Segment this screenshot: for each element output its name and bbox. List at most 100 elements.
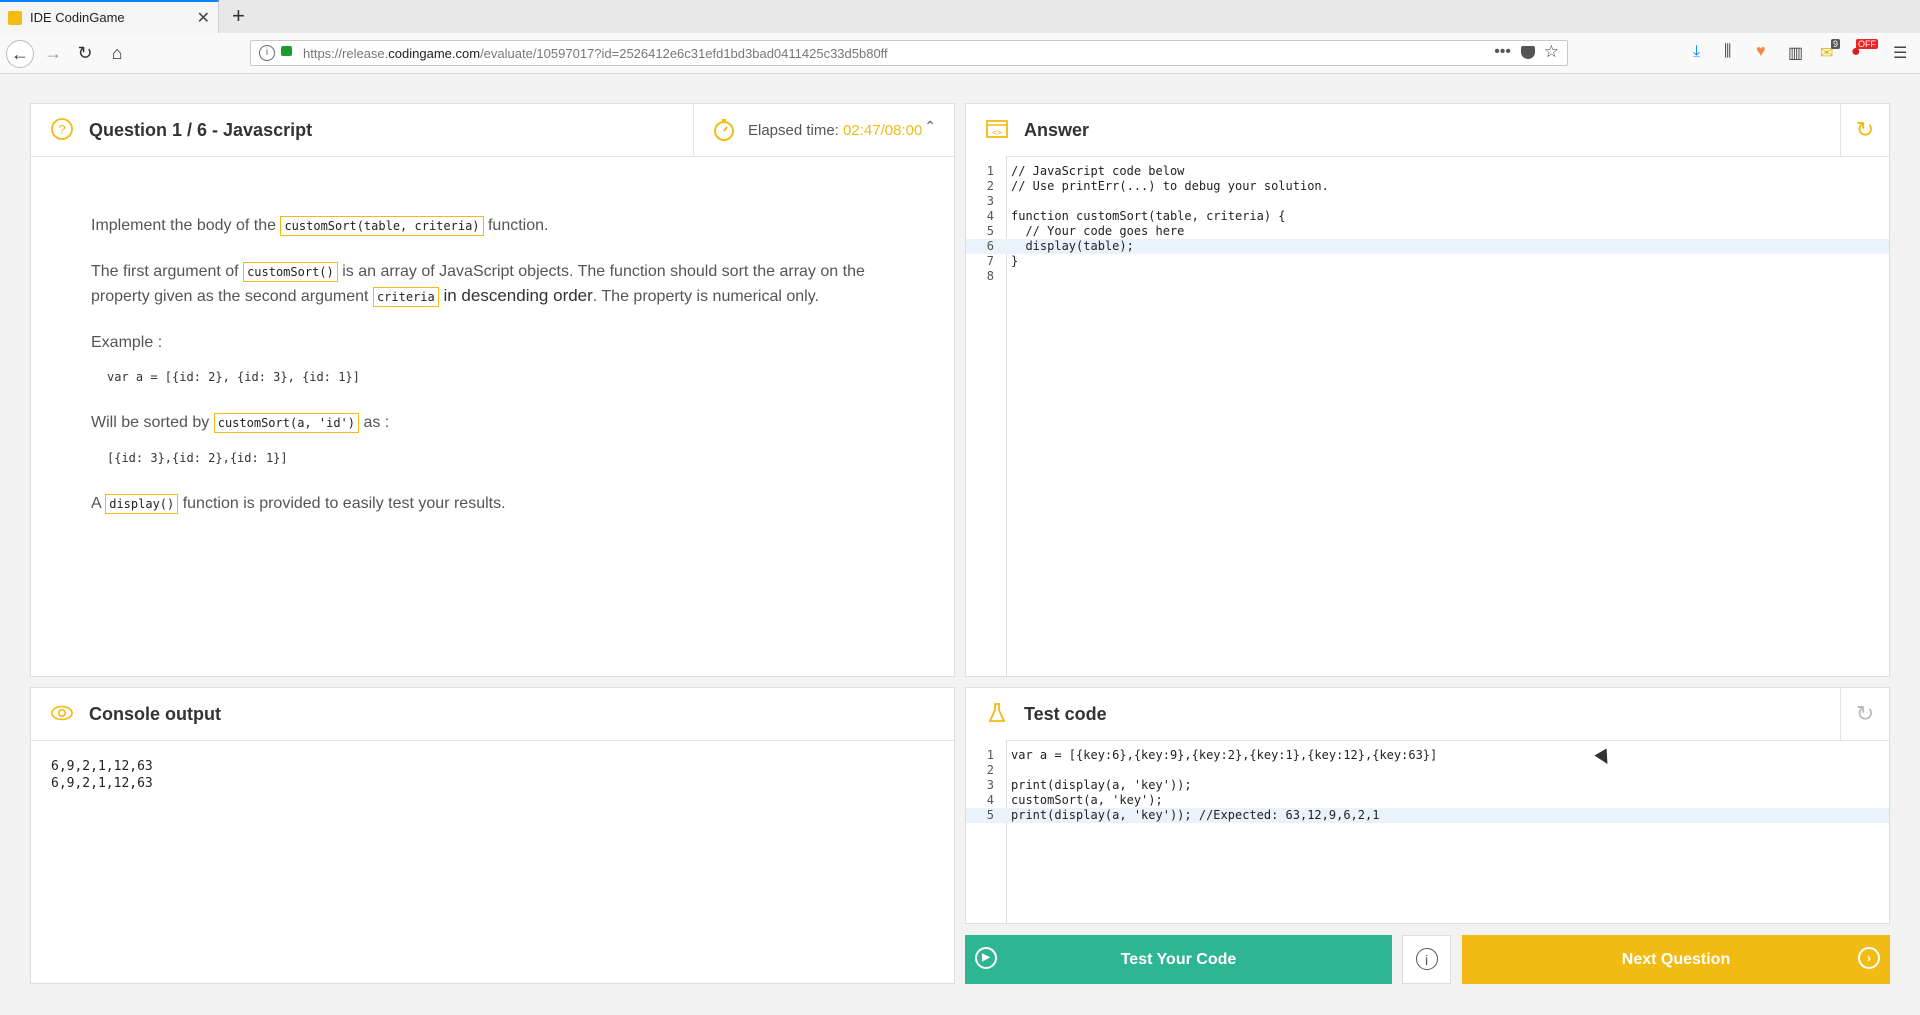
next-question-button[interactable]: Next Question › xyxy=(1462,935,1890,984)
reset-code-icon[interactable]: ↻ xyxy=(1840,104,1889,156)
code-line[interactable]: 3 print(display(a, 'key')); xyxy=(966,778,1889,793)
question-header: ? Question 1 / 6 - Javascript Elapsed ti… xyxy=(31,104,954,157)
line-number: 5 xyxy=(986,224,994,238)
eye-icon xyxy=(51,705,73,721)
line-number: 4 xyxy=(986,793,994,807)
example-code: var a = [{id: 2}, {id: 3}, {id: 1}] xyxy=(107,370,360,384)
question-paragraph: A display() function is provided to easi… xyxy=(91,494,506,514)
answer-header: <> Answer ↻ xyxy=(966,104,1889,157)
console-line: 6,9,2,1,12,63 xyxy=(51,759,153,774)
url-text[interactable]: https://release.codingame.com/evaluate/1… xyxy=(303,46,888,61)
test-your-code-button[interactable]: ▶ Test Your Code xyxy=(965,935,1392,984)
pocket-icon[interactable] xyxy=(1521,46,1535,59)
code-text: customSort(a, 'key'); xyxy=(1011,793,1163,807)
play-icon: ▶ xyxy=(975,947,997,969)
lock-icon xyxy=(281,46,292,56)
tab-close-icon[interactable]: ✕ xyxy=(197,8,210,28)
sorted-result-code: [{id: 3},{id: 2},{id: 1}] xyxy=(107,451,288,465)
forward-button[interactable]: → xyxy=(40,40,66,66)
console-title: Console output xyxy=(89,704,221,724)
line-number: 4 xyxy=(986,209,994,223)
code-line[interactable]: 4 customSort(a, 'key'); xyxy=(966,793,1889,808)
question-paragraph: Implement the body of the customSort(tab… xyxy=(91,216,549,236)
tab-title: IDE CodinGame xyxy=(30,10,125,25)
test-code-header: Test code ↻ xyxy=(966,688,1889,741)
extension-icon[interactable]: ♥ xyxy=(1756,43,1766,61)
question-title: Question 1 / 6 - Javascript xyxy=(89,120,313,140)
library-icon[interactable]: ⫼ xyxy=(1724,43,1731,61)
question-body: Implement the body of the customSort(tab… xyxy=(91,214,891,538)
code-line[interactable]: 3 xyxy=(966,194,1889,209)
page-actions-icon[interactable]: ••• xyxy=(1494,43,1511,61)
line-number: 5 xyxy=(986,808,994,822)
code-line[interactable]: 5 print(display(a, 'key')); //Expected: 6… xyxy=(966,808,1889,823)
elapsed-label: Elapsed time: 02:47/08:00 xyxy=(748,122,923,139)
code-text: // Use printErr(...) to debug your solut… xyxy=(1011,179,1329,193)
code-line[interactable]: 8 xyxy=(966,269,1889,284)
reload-icon[interactable]: ↻ xyxy=(72,40,98,66)
line-number: 3 xyxy=(986,194,994,208)
elapsed-time[interactable]: Elapsed time: 02:47/08:00 ⌃ xyxy=(693,104,954,156)
line-number: 6 xyxy=(986,239,994,253)
line-number: 2 xyxy=(986,763,994,777)
console-header: Console output xyxy=(31,688,954,741)
code-icon: <> xyxy=(986,120,1008,138)
extension-off-badge: OFF xyxy=(1856,39,1878,49)
example-label: Example : xyxy=(91,334,163,351)
address-bar[interactable]: i https://release.codingame.com/evaluate… xyxy=(250,40,1568,66)
menu-icon[interactable]: ☰ xyxy=(1893,43,1907,63)
answer-title: Answer xyxy=(1024,120,1090,140)
code-text: display(table); xyxy=(1011,239,1134,253)
code-text: // JavaScript code below xyxy=(1011,164,1185,178)
question-icon: ? xyxy=(51,118,73,140)
answer-code-editor[interactable]: 1 // JavaScript code below 2 // Use printEr… xyxy=(966,164,1889,284)
flask-icon xyxy=(988,703,1006,722)
code-text: function customSort(table, criteria) { xyxy=(1011,209,1286,223)
line-number: 3 xyxy=(986,778,994,792)
info-icon: i xyxy=(1415,948,1438,970)
code-line[interactable]: 5 // Your code goes here xyxy=(966,224,1889,239)
new-tab-button[interactable]: + xyxy=(232,3,245,29)
svg-text:?: ? xyxy=(58,122,65,137)
code-line[interactable]: 7} xyxy=(966,254,1889,269)
next-button-label: Next Question xyxy=(1621,951,1731,968)
timer-icon xyxy=(714,119,734,141)
line-number: 2 xyxy=(986,179,994,193)
line-number: 1 xyxy=(986,748,994,762)
console-line: 6,9,2,1,12,63 xyxy=(51,776,153,791)
code-line[interactable]: 2 // Use printErr(...) to debug your solu… xyxy=(966,179,1889,194)
line-number: 8 xyxy=(986,269,994,283)
line-number: 7 xyxy=(986,254,994,268)
home-icon[interactable]: ⌂ xyxy=(104,40,130,66)
sidebar-icon[interactable]: ▥ xyxy=(1788,43,1803,63)
code-text: // Your code goes here xyxy=(1011,224,1185,238)
console-panel: Console output 6,9,2,1,12,63 6,9,2,1,12,… xyxy=(30,687,955,984)
code-text: print(display(a, 'key')); xyxy=(1011,778,1192,792)
code-line[interactable]: 1 // JavaScript code below xyxy=(966,164,1889,179)
test-code-editor[interactable]: 1 var a = [{key:6},{key:9},{key:2},{key:1… xyxy=(966,748,1889,823)
back-button[interactable]: ← xyxy=(6,40,34,68)
browser-nav-bar: ← → ↻ ⌂ i https://release.codingame.com/… xyxy=(0,33,1920,74)
bookmark-star-icon[interactable]: ☆ xyxy=(1544,42,1559,62)
reset-test-icon[interactable]: ↻ xyxy=(1840,688,1889,740)
code-text: print(display(a, 'key')); //Expected: 63… xyxy=(1011,808,1380,822)
arrow-right-icon: › xyxy=(1858,947,1880,969)
code-line[interactable]: 2 xyxy=(966,763,1889,778)
extension-badge: 9 xyxy=(1831,39,1841,49)
question-paragraph: Will be sorted by customSort(a, 'id') as… xyxy=(91,413,390,433)
question-panel: ? Question 1 / 6 - Javascript Elapsed ti… xyxy=(30,103,955,677)
elapsed-value: 02:47/08:00 xyxy=(843,122,923,139)
codingame-favicon-icon xyxy=(8,11,22,25)
browser-tab[interactable]: IDE CodinGame ✕ xyxy=(0,0,219,33)
site-info-icon[interactable]: i xyxy=(259,45,275,61)
code-line[interactable]: 4 function customSort(table, criteria) { xyxy=(966,209,1889,224)
answer-panel: <> Answer ↻ 1 // JavaScript code below 2 //… xyxy=(965,103,1890,677)
chevron-up-icon[interactable]: ⌃ xyxy=(924,118,936,135)
code-line[interactable]: 6 display(table); xyxy=(966,239,1889,254)
browser-tab-bar: IDE CodinGame ✕ + xyxy=(0,0,1920,34)
svg-text:<>: <> xyxy=(992,128,1002,137)
downloads-icon[interactable]: ⤓ xyxy=(1693,43,1700,61)
question-paragraph: The first argument of customSort() is an… xyxy=(91,262,865,307)
info-button[interactable]: i xyxy=(1402,935,1451,984)
code-line[interactable]: 1 var a = [{key:6},{key:9},{key:2},{key:1… xyxy=(966,748,1889,763)
